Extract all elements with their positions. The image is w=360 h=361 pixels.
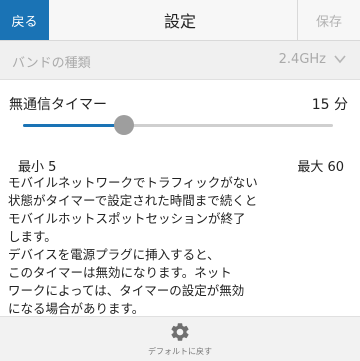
footer-bar: デフォルトに戻す: [0, 316, 360, 361]
reset-defaults-label: デフォルトに戻す: [148, 347, 212, 356]
back-button[interactable]: 戻る: [0, 0, 49, 40]
band-type-label: バンドの種類: [12, 56, 91, 71]
gear-icon: [171, 323, 189, 341]
reset-defaults-button[interactable]: デフォルトに戻す: [140, 319, 220, 359]
timer-info: 最小 5 最大 60 モバイルネットワークでトラフィックがない 状態がタイマーで…: [0, 150, 360, 316]
band-type-value: 2.4GHz: [278, 52, 326, 67]
idle-timer-value: 15 分: [311, 97, 348, 113]
app-header: 戻る 設定 保存: [0, 0, 360, 41]
slider-max-label: 最大 60: [297, 160, 344, 175]
idle-timer-slider[interactable]: [23, 115, 333, 135]
slider-thumb[interactable]: [114, 115, 135, 135]
band-type-row[interactable]: バンドの種類 2.4GHz: [0, 41, 360, 80]
slider-fill: [23, 124, 125, 127]
slider-min-label: 最小 5: [18, 160, 57, 175]
idle-timer-label: 無通信タイマー: [9, 97, 107, 113]
save-button[interactable]: 保存: [297, 0, 360, 40]
timer-description: モバイルネットワークでトラフィックがない 状態がタイマーで設定された時間まで続く…: [8, 175, 258, 316]
chevron-down-icon: [334, 55, 346, 64]
idle-timer-row: 無通信タイマー 15 分: [0, 80, 360, 150]
